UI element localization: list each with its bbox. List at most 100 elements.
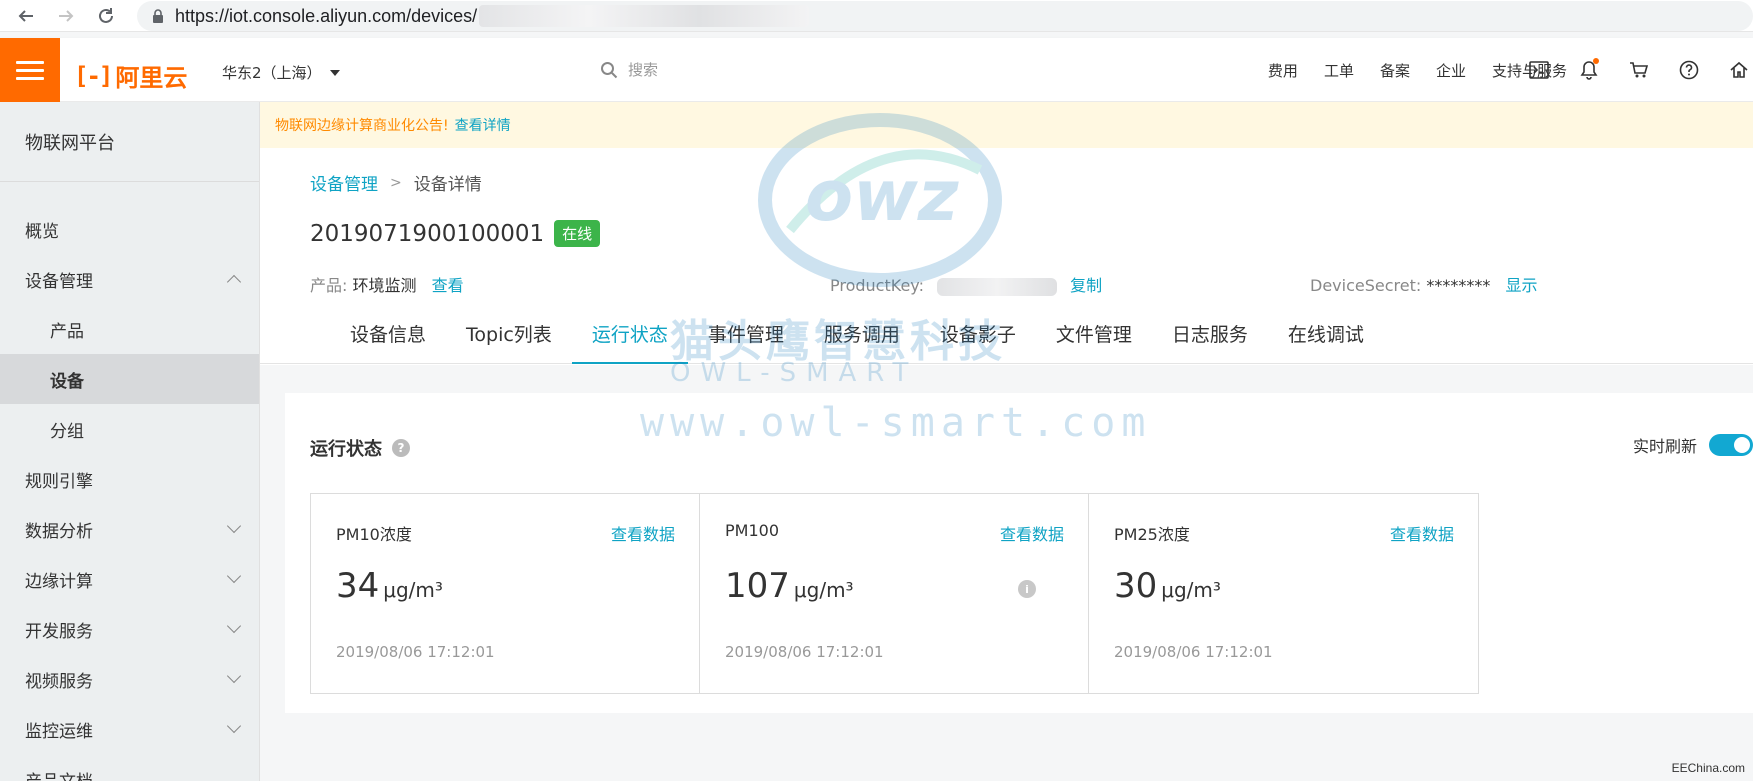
nav-link-icp[interactable]: 备案: [1380, 60, 1410, 81]
region-label: 华东2（上海）: [222, 64, 322, 82]
menu-button[interactable]: [0, 38, 60, 102]
search-icon: [601, 61, 618, 78]
sidebar-item-groups[interactable]: 分组: [0, 404, 259, 454]
sidebar-item-product-docs[interactable]: 产品文档: [0, 754, 259, 781]
topnav-links: 费用 工单 备案 企业 支持与服务: [1268, 60, 1567, 81]
menu-line: [16, 68, 44, 72]
refresh-toggle[interactable]: [1709, 434, 1753, 456]
help-icon[interactable]: ?: [392, 439, 410, 457]
breadcrumb-parent[interactable]: 设备管理: [310, 170, 378, 195]
property-name: PM10浓度: [336, 525, 412, 544]
logo-text: 阿里云: [115, 64, 188, 92]
tab-device-shadow[interactable]: 设备影子: [920, 320, 1036, 363]
property-cards: PM10浓度 查看数据 34 μg/m³ 2019/08/06 17:12:01 …: [310, 493, 1479, 694]
menu-line: [16, 60, 44, 64]
region-selector[interactable]: 华东2（上海）: [222, 62, 340, 83]
sidebar-title: 物联网平台: [0, 102, 259, 182]
chevron-up-icon: [226, 274, 242, 290]
terminal-button[interactable]: [1525, 56, 1553, 84]
breadcrumb-current: 设备详情: [413, 175, 482, 195]
tab-service-invocation[interactable]: 服务调用: [804, 320, 920, 363]
sidebar-item-rules-engine[interactable]: 规则引擎: [0, 454, 259, 504]
devicesecret-value: ********: [1426, 276, 1491, 295]
terminal-icon: [1529, 61, 1549, 79]
sidebar-item-label: 数据分析: [25, 521, 93, 542]
property-name: PM100: [725, 521, 779, 540]
chevron-down-icon: [226, 518, 242, 534]
view-data-link[interactable]: 查看数据: [611, 521, 675, 545]
reload-icon: [99, 7, 113, 23]
device-tabs: 设备信息 Topic列表 运行状态 事件管理 服务调用 设备影子 文件管理 日志…: [260, 320, 1753, 364]
refresh-label: 实时刷新: [1632, 437, 1697, 456]
sidebar-item-monitoring[interactable]: 监控运维: [0, 704, 259, 754]
sidebar-item-label: 产品: [50, 321, 84, 342]
sidebar-item-edge-computing[interactable]: 边缘计算: [0, 554, 259, 604]
sidebar-item-label: 监控运维: [25, 721, 93, 742]
sidebar-item-dev-services[interactable]: 开发服务: [0, 604, 259, 654]
property-unit: μg/m³: [383, 578, 443, 602]
notice-text: 物联网边缘计算商业化公告!: [275, 118, 449, 134]
sidebar-item-devices[interactable]: 设备: [0, 354, 259, 404]
property-card: PM100 查看数据 107 μg/m³ i 2019/08/06 17:12:0…: [700, 494, 1089, 693]
home-icon: [1730, 61, 1748, 78]
topnav-icons: [1525, 56, 1753, 84]
sidebar-item-label: 开发服务: [25, 621, 93, 642]
notice-link[interactable]: 查看详情: [455, 115, 511, 135]
product-info: 产品: 环境监测 查看: [310, 272, 464, 296]
help-button[interactable]: [1675, 56, 1703, 84]
tab-log-service[interactable]: 日志服务: [1152, 320, 1268, 363]
sidebar-item-products[interactable]: 产品: [0, 304, 259, 354]
nav-link-enterprise[interactable]: 企业: [1436, 60, 1466, 81]
cart-button[interactable]: [1625, 56, 1653, 84]
home-button[interactable]: [1725, 56, 1753, 84]
property-value: 34: [336, 566, 380, 606]
product-view-link[interactable]: 查看: [432, 276, 464, 295]
address-bar[interactable]: https://iot.console.aliyun.com/devices/: [137, 1, 1753, 31]
nav-link-tickets[interactable]: 工单: [1324, 60, 1354, 81]
sidebar-item-data-analysis[interactable]: 数据分析: [0, 504, 259, 554]
arrow-right-icon: [59, 9, 74, 22]
view-data-link[interactable]: 查看数据: [1390, 521, 1454, 545]
sidebar-item-device-management[interactable]: 设备管理: [0, 254, 259, 304]
device-name: 2019071900100001: [310, 220, 545, 247]
nav-link-billing[interactable]: 费用: [1268, 60, 1298, 81]
property-value-row: 30 μg/m³: [1114, 566, 1221, 606]
productkey-copy-link[interactable]: 复制: [1070, 276, 1102, 295]
notification-button[interactable]: [1575, 56, 1603, 84]
search-box[interactable]: 搜索: [600, 59, 658, 80]
reload-button[interactable]: [92, 2, 120, 30]
question-icon: [1679, 60, 1699, 80]
property-timestamp: 2019/08/06 17:12:01: [1114, 643, 1273, 661]
sidebar-item-label: 设备: [50, 371, 84, 392]
view-data-link[interactable]: 查看数据: [1000, 521, 1064, 545]
property-unit: μg/m³: [1161, 578, 1221, 602]
tab-online-debug[interactable]: 在线调试: [1268, 320, 1384, 363]
sidebar-item-overview[interactable]: 概览: [0, 204, 259, 254]
tab-file-management[interactable]: 文件管理: [1036, 320, 1152, 363]
forward-button[interactable]: [52, 2, 80, 30]
chevron-down-icon: [226, 568, 242, 584]
tab-device-info[interactable]: 设备信息: [330, 320, 446, 363]
devicesecret-info: DeviceSecret: ******** 显示: [1310, 272, 1537, 296]
notification-dot: [1593, 58, 1599, 64]
breadcrumb-separator-icon: >: [390, 174, 402, 191]
aliyun-logo[interactable]: [-] 阿里云: [74, 58, 187, 93]
aliyun-logo-mark: [-]: [74, 61, 113, 90]
property-value-row: 34 μg/m³: [336, 566, 443, 606]
tab-event-management[interactable]: 事件管理: [688, 320, 804, 363]
tab-running-status[interactable]: 运行状态: [571, 320, 688, 364]
sidebar-item-label: 分组: [50, 421, 84, 442]
sidebar-item-video-services[interactable]: 视频服务: [0, 654, 259, 704]
running-status-panel: 运行状态 ? 实时刷新 PM10浓度 查看数据 34 μg/m³ 2019/08/…: [285, 393, 1753, 713]
tab-topic-list[interactable]: Topic列表: [446, 320, 572, 363]
lock-icon: [153, 9, 163, 23]
info-icon[interactable]: i: [1018, 580, 1036, 598]
realtime-refresh: 实时刷新: [1633, 433, 1753, 457]
sidebar-item-label: 边缘计算: [25, 571, 93, 592]
back-button[interactable]: [12, 2, 40, 30]
productkey-label: ProductKey:: [830, 276, 924, 295]
sidebar-item-label: 设备管理: [25, 271, 93, 292]
devicesecret-show-link[interactable]: 显示: [1505, 276, 1537, 295]
menu-line: [16, 76, 44, 80]
url-text: https://iot.console.aliyun.com/devices/: [175, 5, 478, 26]
